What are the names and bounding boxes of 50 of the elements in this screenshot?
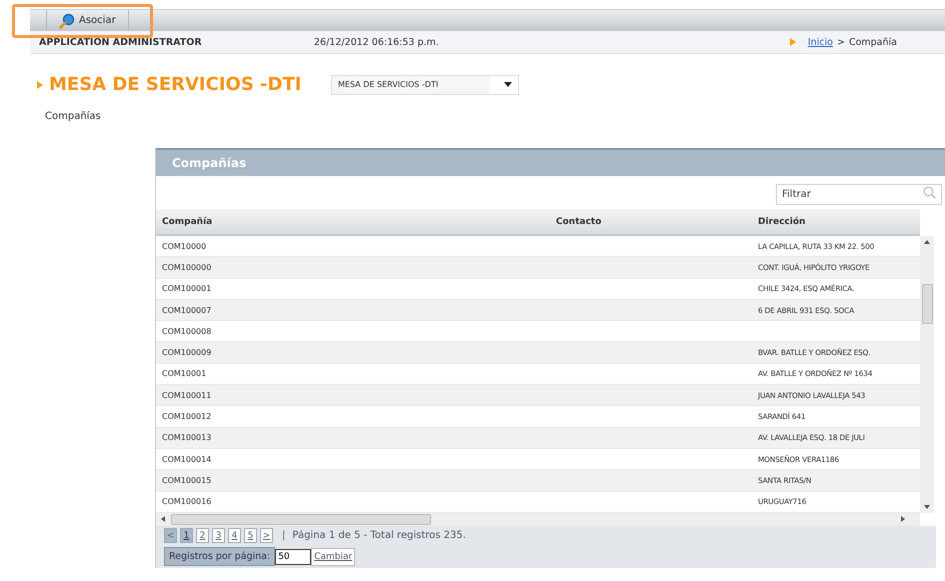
table-cell-text: COM100001: [161, 284, 212, 294]
table-cell-text: COM100007: [161, 306, 212, 315]
page-button[interactable]: 4: [228, 528, 241, 544]
bullet-icon: [37, 80, 43, 88]
magnifier-icon: [59, 12, 75, 28]
page-button[interactable]: 1: [180, 528, 193, 544]
filter-field[interactable]: Filtrar: [776, 184, 942, 205]
page-size-field[interactable]: 50: [275, 548, 312, 565]
column-header[interactable]: Contacto: [556, 216, 758, 226]
pager-status: Página 1 de 5 - Total registros 235.: [292, 530, 466, 542]
table-cell-text: COM100011: [161, 390, 212, 400]
scroll-up-icon: [924, 240, 930, 244]
horizontal-scrollbar[interactable]: [156, 512, 920, 526]
bullet-icon: [790, 38, 796, 46]
table-cell-text: COM100000: [161, 262, 212, 272]
scroll-thumb[interactable]: [171, 514, 431, 525]
scroll-left-icon: [161, 516, 165, 522]
table-cell-text: COM100009: [161, 348, 212, 358]
breadcrumb-separator: >: [836, 36, 845, 48]
table-cell-text: COM100008: [161, 326, 212, 336]
user-name: APPLICATION ADMINISTRATOR: [38, 36, 203, 48]
breadcrumb-link[interactable]: Inicio: [808, 36, 833, 48]
table-cell-text: COM100012: [161, 412, 212, 422]
page-button[interactable]: 3: [212, 528, 225, 544]
page-title: MESA DE SERVICIOS -DTI: [49, 74, 302, 95]
page-button[interactable]: 2: [196, 528, 209, 544]
table-cell-text: COM10001: [161, 369, 208, 378]
table-cell-text: COM100016: [161, 497, 212, 506]
panel-title: Compañías: [172, 156, 246, 170]
scroll-right-icon: [901, 516, 905, 522]
dropdown-arrow-icon: [504, 82, 512, 87]
change-link[interactable]: Cambiar: [311, 548, 356, 566]
table-cell-text: COM10000: [161, 242, 208, 251]
column-header[interactable]: Dirección: [758, 216, 920, 226]
section-label: Compañías: [45, 111, 102, 122]
page-button[interactable]: 5: [244, 528, 257, 544]
table-cell-text: COM100013: [161, 433, 212, 442]
scroll-thumb[interactable]: [922, 284, 932, 324]
scroll-down-icon: [924, 504, 930, 509]
company-select[interactable]: MESA DE SERVICIOS -DTI: [331, 74, 519, 94]
breadcrumb-current: Compañía: [848, 36, 897, 48]
date-time: 26/12/2012 06:16:53 p.m.: [314, 36, 439, 48]
page-size-label: Registros por página:: [164, 547, 276, 566]
vertical-scrollbar[interactable]: [920, 236, 934, 513]
column-header[interactable]: Compañía: [156, 216, 556, 226]
search-icon: [923, 186, 936, 199]
table-cell-text: COM100014: [161, 454, 212, 464]
pager-separator: |: [282, 530, 286, 542]
next-page-button[interactable]: >: [260, 528, 273, 544]
table-cell-text: COM100015: [161, 476, 212, 485]
